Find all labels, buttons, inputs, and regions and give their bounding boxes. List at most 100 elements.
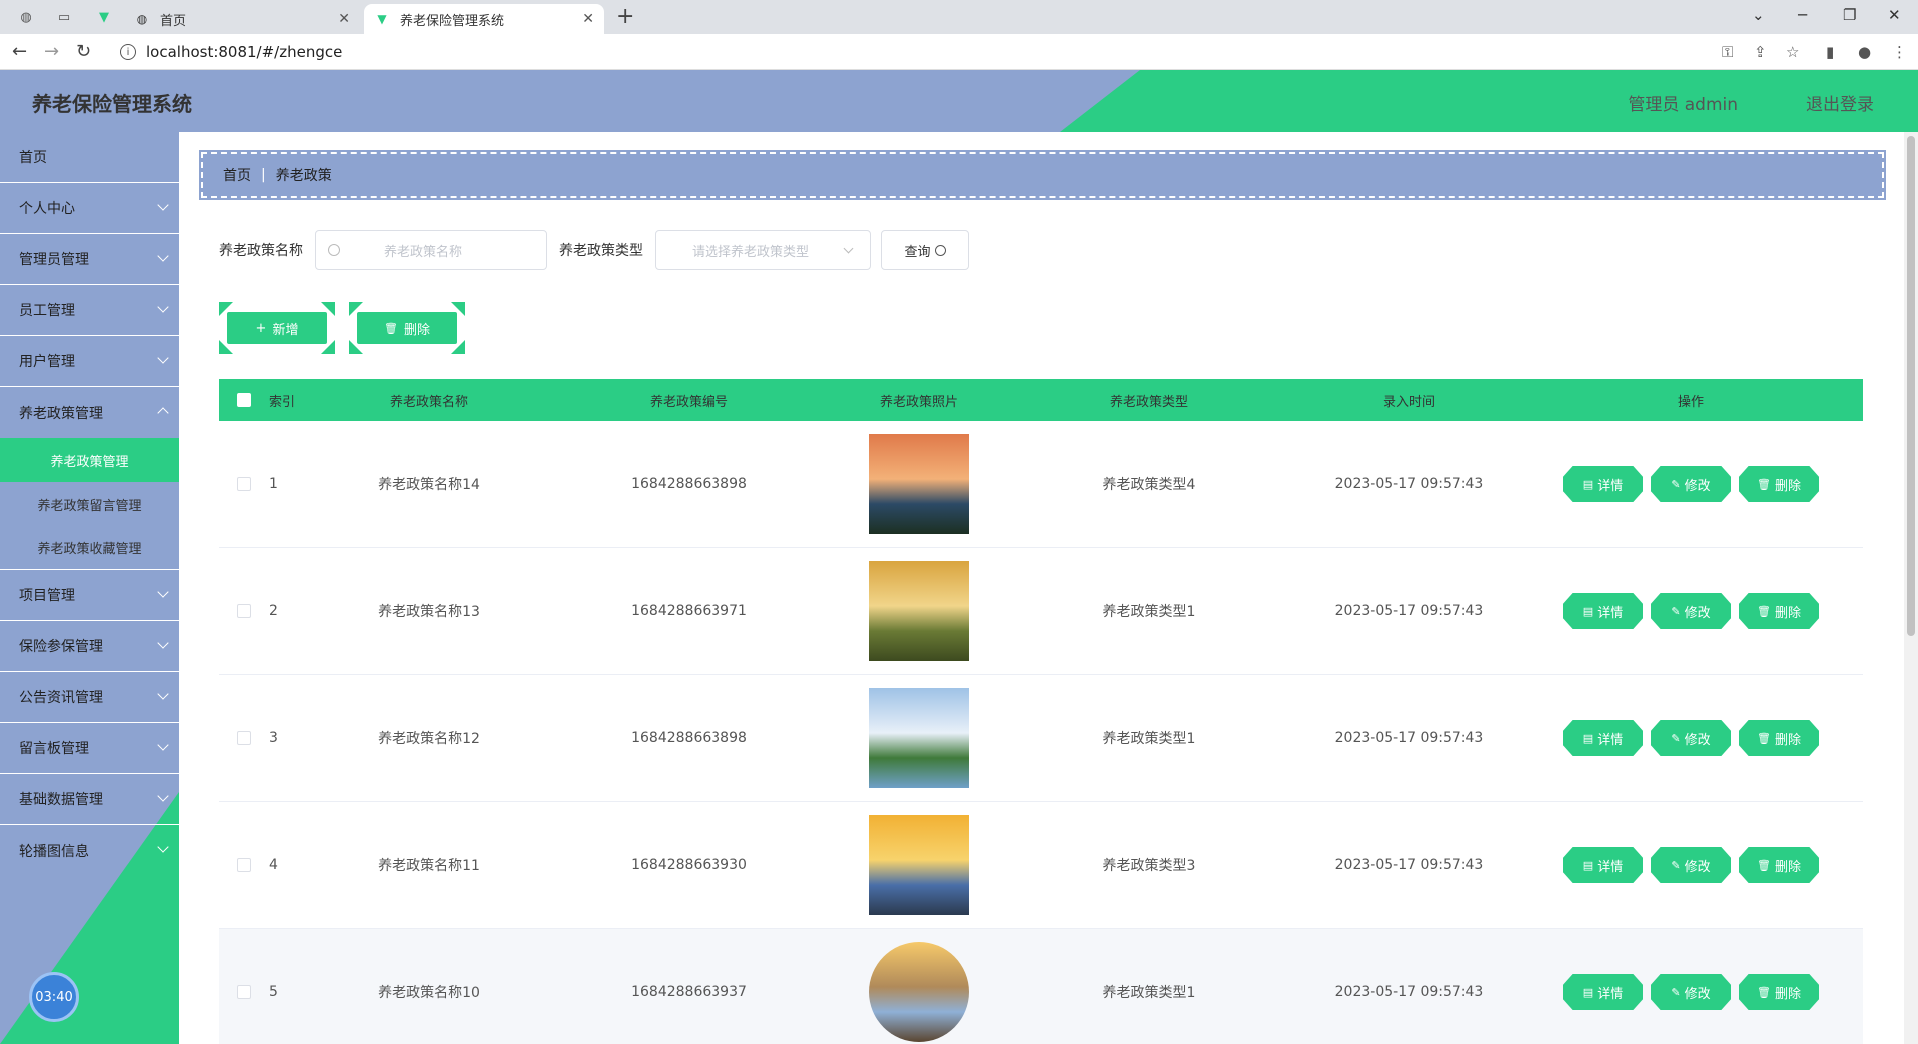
detail-button-label: 详情 (1597, 732, 1624, 748)
add-button[interactable]: + 新增 (219, 302, 335, 354)
row-checkbox[interactable] (237, 477, 251, 491)
policy-photo[interactable] (869, 942, 969, 1042)
sidebar-item-carousel[interactable]: 轮播图信息 (0, 825, 179, 876)
edit-button[interactable]: ✎ 修改 (1651, 466, 1731, 502)
close-icon[interactable]: ✕ (582, 11, 594, 27)
row-checkbox[interactable] (237, 858, 251, 872)
scrollbar-thumb[interactable] (1907, 136, 1915, 636)
star-icon[interactable]: ☆ (1786, 43, 1799, 61)
row-checkbox[interactable] (237, 604, 251, 618)
browser-tab-home[interactable]: ◍ 首页 ✕ (124, 4, 360, 34)
forward-icon[interactable]: → (44, 41, 59, 62)
share-icon[interactable]: ⇪ (1754, 43, 1767, 61)
row-number: 1684288663930 (631, 857, 747, 873)
type-select[interactable]: 请选择养老政策类型 (655, 230, 871, 270)
globe-icon[interactable]: ◍ (18, 9, 34, 25)
policy-photo[interactable] (869, 434, 969, 534)
profile-icon[interactable]: ● (1858, 43, 1871, 61)
breadcrumb-separator: | (261, 167, 266, 183)
table-body: 1 养老政策名称14 1684288663898 养老政策类型4 2023-05-17 … (219, 421, 1863, 1044)
logout-link[interactable]: 退出登录 (1806, 90, 1874, 115)
add-button-label: 新增 (272, 322, 299, 338)
blank-page-icon[interactable]: ▭ (56, 9, 72, 25)
row-index: 1 (269, 476, 278, 492)
delete-button[interactable]: 🗑 删除 (1739, 593, 1819, 629)
delete-button[interactable]: 🗑 删除 (1739, 466, 1819, 502)
sidebar-item-home[interactable]: 首页 (0, 132, 179, 183)
sidebar: 首页 个人中心 管理员管理 员工管理 用户管理 养老政策管理 养老政策管理 养老… (0, 132, 179, 1044)
edit-button[interactable]: ✎ 修改 (1651, 593, 1731, 629)
sidebar-subitem-policy-comments[interactable]: 养老政策留言管理 (0, 482, 179, 526)
row-name: 养老政策名称14 (378, 477, 480, 493)
search-icon (328, 244, 340, 256)
row-type: 养老政策类型3 (1102, 858, 1196, 874)
reload-icon[interactable]: ↻ (76, 41, 91, 62)
sidebar-item-users[interactable]: 用户管理 (0, 336, 179, 387)
breadcrumb-current: 养老政策 (275, 168, 332, 184)
new-tab-icon[interactable]: + (616, 4, 634, 29)
sidepanel-icon[interactable]: ▮ (1826, 43, 1834, 61)
sidebar-subitem-policy-favorites[interactable]: 养老政策收藏管理 (0, 526, 179, 570)
policy-photo[interactable] (869, 815, 969, 915)
delete-button[interactable]: 🗑 删除 (1739, 720, 1819, 756)
sidebar-item-basic-data[interactable]: 基础数据管理 (0, 774, 179, 825)
chevron-down-icon (157, 301, 169, 313)
sidebar-item-messages[interactable]: 留言板管理 (0, 723, 179, 774)
detail-button[interactable]: ▤ 详情 (1563, 847, 1643, 883)
detail-button[interactable]: ▤ 详情 (1563, 720, 1643, 756)
sidebar-item-label: 留言板管理 (19, 741, 89, 757)
delete-button[interactable]: 🗑 删除 (1739, 974, 1819, 1010)
header-actions: 操作 (1677, 394, 1704, 410)
row-checkbox[interactable] (237, 731, 251, 745)
more-icon[interactable]: ⋮ (1892, 43, 1907, 61)
table-row: 1 养老政策名称14 1684288663898 养老政策类型4 2023-05-17 … (219, 421, 1863, 548)
key-icon[interactable]: ⚿ (1722, 43, 1733, 61)
sidebar-item-policy[interactable]: 养老政策管理 (0, 387, 179, 438)
sidebar-item-employees[interactable]: 员工管理 (0, 285, 179, 336)
sidebar-subitem-label: 养老政策留言管理 (37, 498, 142, 514)
sidebar-item-projects[interactable]: 项目管理 (0, 570, 179, 621)
minimize-icon[interactable]: ─ (1798, 6, 1807, 24)
edit-button[interactable]: ✎ 修改 (1651, 847, 1731, 883)
select-all-checkbox[interactable] (237, 393, 251, 407)
name-search-input[interactable]: 养老政策名称 (315, 230, 547, 270)
browser-tab-app[interactable]: ▼ 养老保险管理系统 ✕ (364, 4, 604, 34)
detail-button[interactable]: ▤ 详情 (1563, 593, 1643, 629)
restore-icon[interactable]: ❐ (1843, 6, 1856, 24)
sidebar-subitem-policy[interactable]: 养老政策管理 (0, 438, 179, 482)
page-scrollbar[interactable] (1904, 132, 1918, 1044)
breadcrumb-home[interactable]: 首页 (223, 165, 251, 185)
close-icon[interactable]: ✕ (338, 11, 350, 27)
info-icon[interactable]: i (120, 44, 136, 60)
sidebar-item-label: 基础数据管理 (19, 792, 103, 808)
vue-logo-icon[interactable]: ▼ (96, 9, 112, 25)
edit-button-label: 修改 (1684, 986, 1711, 1002)
address-bar: ← → ↻ i localhost:8081/#/zhengce ⚿ ⇪ ☆ ▮… (0, 34, 1918, 70)
sidebar-item-label: 员工管理 (19, 303, 75, 319)
row-checkbox-cell (219, 604, 269, 618)
sidebar-item-admins[interactable]: 管理员管理 (0, 234, 179, 285)
sidebar-item-insurance[interactable]: 保险参保管理 (0, 621, 179, 672)
delete-button[interactable]: 🗑 删除 (1739, 847, 1819, 883)
url-field[interactable]: i localhost:8081/#/zhengce (110, 39, 1710, 65)
edit-button[interactable]: ✎ 修改 (1651, 974, 1731, 1010)
detail-button[interactable]: ▤ 详情 (1563, 974, 1643, 1010)
detail-button[interactable]: ▤ 详情 (1563, 466, 1643, 502)
trash-icon: 🗑 (1757, 858, 1771, 872)
chevron-down-icon[interactable]: ⌄ (1752, 6, 1765, 24)
policy-photo[interactable] (869, 688, 969, 788)
sidebar-item-personal[interactable]: 个人中心 (0, 183, 179, 234)
close-window-icon[interactable]: ✕ (1888, 6, 1901, 24)
row-checkbox[interactable] (237, 985, 251, 999)
back-icon[interactable]: ← (12, 41, 27, 62)
edit-button[interactable]: ✎ 修改 (1651, 720, 1731, 756)
policy-photo[interactable] (869, 561, 969, 661)
row-photo-cell (839, 434, 999, 534)
batch-delete-button[interactable]: 🗑 删除 (349, 302, 465, 354)
row-checkbox-cell (219, 985, 269, 999)
sidebar-item-label: 用户管理 (19, 354, 75, 370)
sidebar-item-news[interactable]: 公告资讯管理 (0, 672, 179, 723)
row-name: 养老政策名称12 (378, 731, 480, 747)
query-button[interactable]: 查询 (881, 230, 969, 270)
select-all-cell (219, 393, 269, 407)
